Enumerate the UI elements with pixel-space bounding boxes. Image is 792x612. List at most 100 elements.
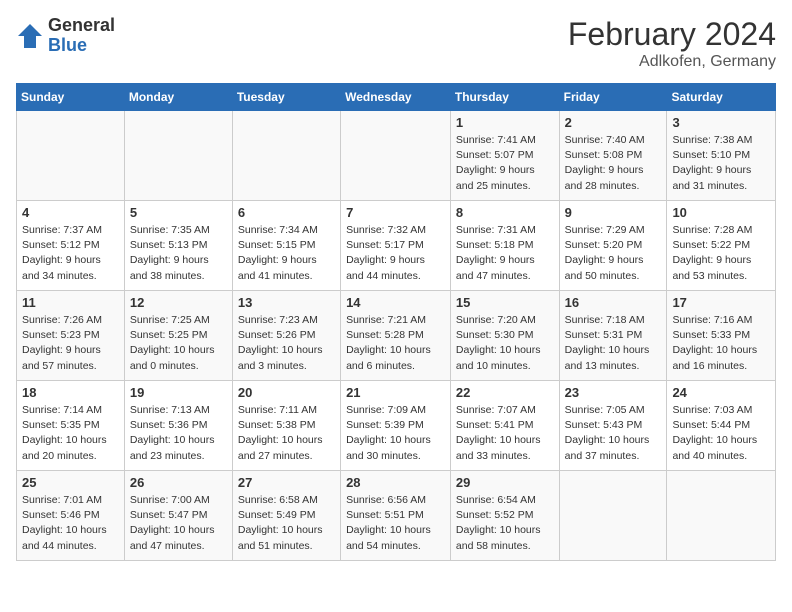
day-info: Sunrise: 7:26 AM Sunset: 5:23 PM Dayligh…	[22, 313, 119, 374]
day-info: Sunrise: 7:01 AM Sunset: 5:46 PM Dayligh…	[22, 493, 119, 554]
day-info: Sunrise: 7:28 AM Sunset: 5:22 PM Dayligh…	[672, 223, 770, 284]
day-number: 16	[565, 295, 662, 310]
day-info: Sunrise: 7:41 AM Sunset: 5:07 PM Dayligh…	[456, 133, 554, 194]
column-header-friday: Friday	[559, 84, 667, 111]
calendar-cell: 18 Sunrise: 7:14 AM Sunset: 5:35 PM Dayli…	[17, 381, 125, 471]
title-block: February 2024 Adlkofen, Germany	[568, 16, 776, 71]
day-number: 27	[238, 475, 335, 490]
day-info: Sunrise: 7:09 AM Sunset: 5:39 PM Dayligh…	[346, 403, 445, 464]
day-number: 24	[672, 385, 770, 400]
day-number: 13	[238, 295, 335, 310]
day-number: 12	[130, 295, 227, 310]
day-number: 29	[456, 475, 554, 490]
day-info: Sunrise: 7:38 AM Sunset: 5:10 PM Dayligh…	[672, 133, 770, 194]
day-info: Sunrise: 7:37 AM Sunset: 5:12 PM Dayligh…	[22, 223, 119, 284]
calendar-cell: 4Sunrise: 7:37 AM Sunset: 5:12 PM Daylig…	[17, 201, 125, 291]
logo: General Blue	[16, 16, 115, 56]
calendar-cell: 3 Sunrise: 7:38 AM Sunset: 5:10 PM Daylig…	[667, 111, 776, 201]
day-info: Sunrise: 6:58 AM Sunset: 5:49 PM Dayligh…	[238, 493, 335, 554]
day-number: 14	[346, 295, 445, 310]
day-info: Sunrise: 7:16 AM Sunset: 5:33 PM Dayligh…	[672, 313, 770, 374]
day-number: 22	[456, 385, 554, 400]
calendar-cell	[559, 471, 667, 561]
day-info: Sunrise: 7:25 AM Sunset: 5:25 PM Dayligh…	[130, 313, 227, 374]
day-number: 3	[672, 115, 770, 130]
calendar-cell: 29 Sunrise: 6:54 AM Sunset: 5:52 PM Dayli…	[450, 471, 559, 561]
day-number: 25	[22, 475, 119, 490]
day-number: 15	[456, 295, 554, 310]
day-info: Sunrise: 7:11 AM Sunset: 5:38 PM Dayligh…	[238, 403, 335, 464]
day-number: 10	[672, 205, 770, 220]
day-info: Sunrise: 7:34 AM Sunset: 5:15 PM Dayligh…	[238, 223, 335, 284]
day-number: 7	[346, 205, 445, 220]
calendar-cell: 9Sunrise: 7:29 AM Sunset: 5:20 PM Daylig…	[559, 201, 667, 291]
calendar-cell: 17Sunrise: 7:16 AM Sunset: 5:33 PM Dayli…	[667, 291, 776, 381]
day-info: Sunrise: 7:21 AM Sunset: 5:28 PM Dayligh…	[346, 313, 445, 374]
calendar-cell: 12 Sunrise: 7:25 AM Sunset: 5:25 PM Dayli…	[124, 291, 232, 381]
day-number: 5	[130, 205, 227, 220]
calendar-table: SundayMondayTuesdayWednesdayThursdayFrid…	[16, 83, 776, 561]
page-header: General Blue February 2024 Adlkofen, Ger…	[16, 16, 776, 71]
day-info: Sunrise: 7:14 AM Sunset: 5:35 PM Dayligh…	[22, 403, 119, 464]
day-info: Sunrise: 6:54 AM Sunset: 5:52 PM Dayligh…	[456, 493, 554, 554]
calendar-cell: 22 Sunrise: 7:07 AM Sunset: 5:41 PM Dayli…	[450, 381, 559, 471]
day-number: 26	[130, 475, 227, 490]
calendar-cell: 19Sunrise: 7:13 AM Sunset: 5:36 PM Dayli…	[124, 381, 232, 471]
day-number: 28	[346, 475, 445, 490]
day-info: Sunrise: 7:23 AM Sunset: 5:26 PM Dayligh…	[238, 313, 335, 374]
calendar-cell: 23Sunrise: 7:05 AM Sunset: 5:43 PM Dayli…	[559, 381, 667, 471]
calendar-cell: 13 Sunrise: 7:23 AM Sunset: 5:26 PM Dayli…	[232, 291, 340, 381]
day-number: 2	[565, 115, 662, 130]
calendar-cell: 26 Sunrise: 7:00 AM Sunset: 5:47 PM Dayli…	[124, 471, 232, 561]
location-subtitle: Adlkofen, Germany	[568, 53, 776, 71]
calendar-cell: 21 Sunrise: 7:09 AM Sunset: 5:39 PM Dayli…	[341, 381, 451, 471]
calendar-cell: 20 Sunrise: 7:11 AM Sunset: 5:38 PM Dayli…	[232, 381, 340, 471]
calendar-cell: 8Sunrise: 7:31 AM Sunset: 5:18 PM Daylig…	[450, 201, 559, 291]
calendar-cell: 11Sunrise: 7:26 AM Sunset: 5:23 PM Dayli…	[17, 291, 125, 381]
calendar-cell: 1 Sunrise: 7:41 AM Sunset: 5:07 PM Daylig…	[450, 111, 559, 201]
column-header-sunday: Sunday	[17, 84, 125, 111]
logo-icon	[16, 22, 44, 50]
day-number: 8	[456, 205, 554, 220]
day-info: Sunrise: 7:03 AM Sunset: 5:44 PM Dayligh…	[672, 403, 770, 464]
column-header-thursday: Thursday	[450, 84, 559, 111]
calendar-cell	[17, 111, 125, 201]
column-header-monday: Monday	[124, 84, 232, 111]
day-info: Sunrise: 7:05 AM Sunset: 5:43 PM Dayligh…	[565, 403, 662, 464]
column-header-saturday: Saturday	[667, 84, 776, 111]
day-info: Sunrise: 7:07 AM Sunset: 5:41 PM Dayligh…	[456, 403, 554, 464]
calendar-cell: 27 Sunrise: 6:58 AM Sunset: 5:49 PM Dayli…	[232, 471, 340, 561]
calendar-cell: 5Sunrise: 7:35 AM Sunset: 5:13 PM Daylig…	[124, 201, 232, 291]
calendar-cell	[667, 471, 776, 561]
day-number: 21	[346, 385, 445, 400]
day-info: Sunrise: 7:32 AM Sunset: 5:17 PM Dayligh…	[346, 223, 445, 284]
calendar-cell	[232, 111, 340, 201]
calendar-cell: 15 Sunrise: 7:20 AM Sunset: 5:30 PM Dayli…	[450, 291, 559, 381]
logo-blue-text: Blue	[48, 35, 87, 55]
day-number: 19	[130, 385, 227, 400]
month-title: February 2024	[568, 16, 776, 53]
calendar-cell: 10 Sunrise: 7:28 AM Sunset: 5:22 PM Dayli…	[667, 201, 776, 291]
logo-general-text: General	[48, 15, 115, 35]
day-number: 20	[238, 385, 335, 400]
day-number: 18	[22, 385, 119, 400]
day-info: Sunrise: 7:20 AM Sunset: 5:30 PM Dayligh…	[456, 313, 554, 374]
calendar-cell: 25 Sunrise: 7:01 AM Sunset: 5:46 PM Dayli…	[17, 471, 125, 561]
day-info: Sunrise: 7:29 AM Sunset: 5:20 PM Dayligh…	[565, 223, 662, 284]
calendar-cell: 28 Sunrise: 6:56 AM Sunset: 5:51 PM Dayli…	[341, 471, 451, 561]
column-header-wednesday: Wednesday	[341, 84, 451, 111]
calendar-cell: 14 Sunrise: 7:21 AM Sunset: 5:28 PM Dayli…	[341, 291, 451, 381]
calendar-cell: 16 Sunrise: 7:18 AM Sunset: 5:31 PM Dayli…	[559, 291, 667, 381]
calendar-cell: 6 Sunrise: 7:34 AM Sunset: 5:15 PM Daylig…	[232, 201, 340, 291]
day-info: Sunrise: 7:00 AM Sunset: 5:47 PM Dayligh…	[130, 493, 227, 554]
calendar-cell: 24 Sunrise: 7:03 AM Sunset: 5:44 PM Dayli…	[667, 381, 776, 471]
calendar-week-row: 25 Sunrise: 7:01 AM Sunset: 5:46 PM Dayli…	[17, 471, 776, 561]
calendar-cell	[341, 111, 451, 201]
day-info: Sunrise: 6:56 AM Sunset: 5:51 PM Dayligh…	[346, 493, 445, 554]
day-info: Sunrise: 7:40 AM Sunset: 5:08 PM Dayligh…	[565, 133, 662, 194]
day-number: 6	[238, 205, 335, 220]
column-header-tuesday: Tuesday	[232, 84, 340, 111]
day-info: Sunrise: 7:18 AM Sunset: 5:31 PM Dayligh…	[565, 313, 662, 374]
calendar-cell	[124, 111, 232, 201]
day-number: 1	[456, 115, 554, 130]
